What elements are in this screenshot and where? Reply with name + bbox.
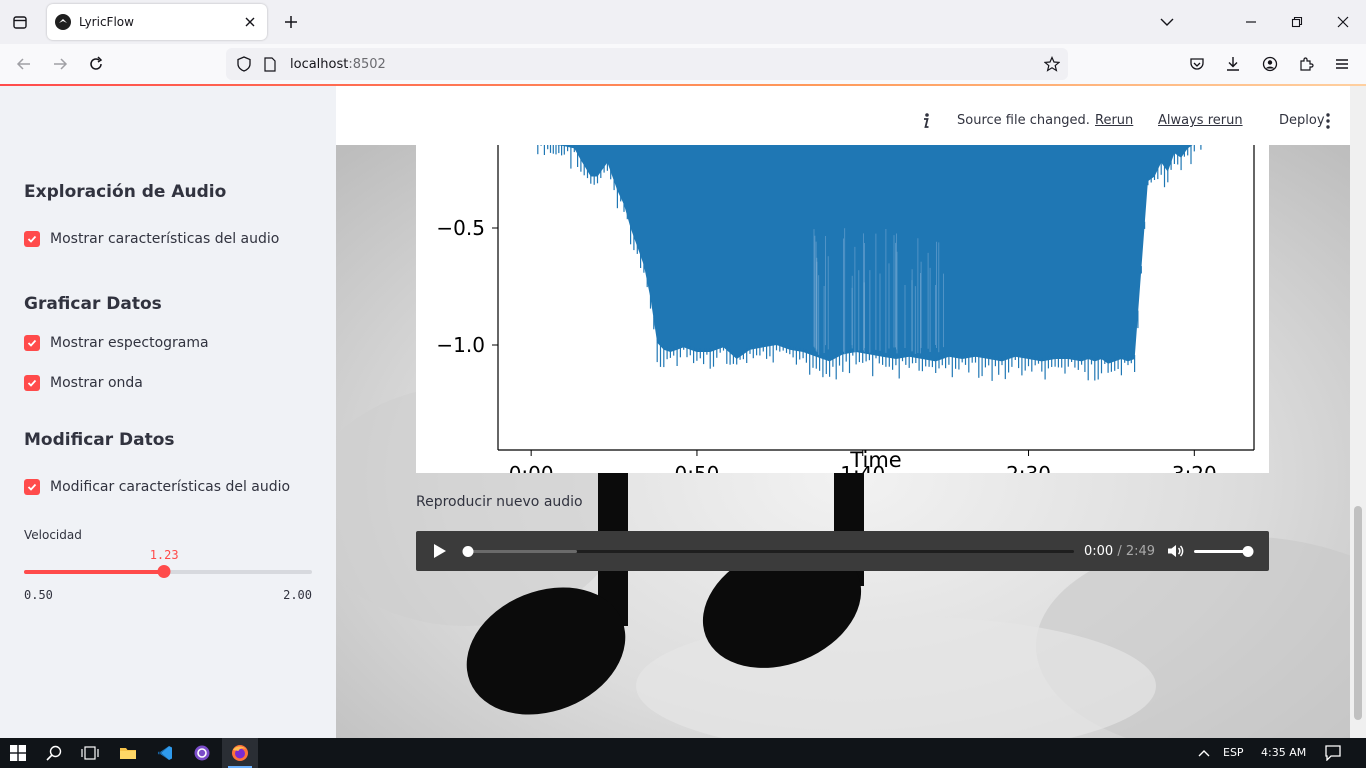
main-content: Source file changed. Rerun Always rerun … (336, 86, 1366, 738)
downloads-icon[interactable] (1221, 52, 1245, 76)
reload-icon[interactable] (84, 52, 108, 76)
tray-chevron-up-icon[interactable] (1187, 741, 1221, 765)
audio-duration: / 2:49 (1113, 544, 1156, 559)
slider-fill (24, 570, 165, 574)
browser-tab-active[interactable]: LyricFlow (47, 4, 267, 40)
waveform-series (537, 145, 1202, 381)
source-changed-status: Source file changed. (957, 113, 1090, 128)
x-tick-label: 0:50 (674, 462, 719, 473)
slider-max-label: 2.00 (283, 588, 312, 602)
waveform-plot-card: 0:000:501:402:303:20−0.5−1.0Time (416, 145, 1269, 473)
url-host: localhost (290, 56, 349, 72)
audio-time: 0:00 / 2:49 (1084, 544, 1155, 559)
bookmark-star-icon[interactable] (1042, 54, 1062, 74)
shield-icon[interactable] (234, 54, 254, 74)
windows-start-icon[interactable] (1, 741, 35, 765)
deploy-button[interactable]: Deploy (1279, 113, 1325, 128)
streamlit-toolbar: Source file changed. Rerun Always rerun … (336, 86, 1350, 145)
input-language[interactable]: ESP (1223, 746, 1244, 759)
browser-tab-bar: LyricFlow (0, 0, 1366, 44)
account-icon[interactable] (1258, 52, 1282, 76)
info-icon[interactable] (918, 112, 934, 130)
checkbox-checked-icon[interactable] (24, 375, 40, 391)
slider-thumb[interactable] (157, 565, 171, 578)
checkbox-label: Modificar características del audio (50, 479, 291, 495)
windows-taskbar: ESP 4:35 AM (0, 738, 1366, 768)
hamburger-menu-icon[interactable] (1330, 52, 1354, 76)
kebab-menu-icon[interactable] (1320, 112, 1336, 130)
audio-progress-thumb[interactable] (462, 546, 474, 557)
new-tab-plus-icon[interactable] (279, 10, 303, 34)
page-icon[interactable] (260, 54, 280, 74)
slider-label: Velocidad (24, 528, 82, 542)
waveform-chart: 0:000:501:402:303:20−0.5−1.0Time (436, 145, 1255, 473)
checkbox-label: Mostrar características del audio (50, 231, 280, 247)
sidebar: Exploración de Audio Mostrar característ… (0, 86, 336, 738)
pocket-icon[interactable] (1185, 52, 1209, 76)
y-tick-label: −1.0 (436, 333, 485, 357)
github-desktop-icon[interactable] (185, 741, 219, 765)
checkbox-label: Mostrar onda (50, 375, 143, 391)
url-text: localhost:8502 (290, 57, 386, 72)
checkbox-mostrar-caracteristicas[interactable]: Mostrar características del audio (24, 231, 279, 247)
audio-progress-bar[interactable] (462, 546, 1074, 557)
checkbox-mostrar-espectograma[interactable]: Mostrar espectograma (24, 335, 209, 351)
checkbox-mostrar-onda[interactable]: Mostrar onda (24, 375, 143, 391)
x-tick-label: 2:30 (1006, 462, 1051, 473)
tab-list-icon[interactable] (8, 10, 32, 34)
task-view-icon[interactable] (73, 741, 107, 765)
section-header-graficar: Graficar Datos (24, 294, 162, 314)
volume-fill (1194, 550, 1248, 553)
always-rerun-button[interactable]: Always rerun (1158, 113, 1243, 128)
y-tick-label: −0.5 (436, 216, 485, 240)
search-icon[interactable] (37, 741, 71, 765)
audio-player[interactable]: 0:00 / 2:49 (416, 531, 1269, 571)
checkbox-modificar-caracteristicas[interactable]: Modificar características del audio (24, 479, 290, 495)
vscode-icon[interactable] (148, 741, 182, 765)
minimize-window-icon[interactable] (1237, 8, 1265, 36)
restore-window-icon[interactable] (1283, 8, 1311, 36)
firefox-icon[interactable] (223, 741, 257, 765)
scrollbar-thumb[interactable] (1354, 506, 1362, 720)
address-bar[interactable]: localhost:8502 (226, 48, 1068, 80)
checkbox-label: Mostrar espectograma (50, 335, 209, 351)
x-tick-label: 0:00 (509, 462, 554, 473)
close-window-icon[interactable] (1329, 8, 1357, 36)
volume-slider[interactable] (1194, 546, 1254, 557)
audio-buffered (468, 550, 578, 553)
velocidad-slider[interactable] (24, 565, 312, 578)
x-tick-label: 3:20 (1172, 462, 1217, 473)
slider-value: 1.23 (149, 548, 179, 562)
section-header-modificar: Modificar Datos (24, 430, 175, 450)
checkbox-checked-icon[interactable] (24, 231, 40, 247)
audio-caption: Reproducir nuevo audio (416, 494, 583, 510)
back-arrow-icon[interactable] (12, 52, 36, 76)
rerun-button[interactable]: Rerun (1095, 113, 1133, 128)
extensions-icon[interactable] (1294, 52, 1318, 76)
volume-icon[interactable] (1166, 541, 1186, 561)
notification-center-icon[interactable] (1316, 741, 1350, 765)
browser-navigation-bar: localhost:8502 (0, 44, 1366, 84)
tab-close-icon[interactable] (241, 13, 259, 31)
checkbox-checked-icon[interactable] (24, 335, 40, 351)
x-axis-label: Time (849, 448, 901, 472)
streamlit-favicon-icon (55, 14, 71, 30)
file-explorer-icon[interactable] (111, 741, 145, 765)
page-scrollbar[interactable] (1350, 86, 1366, 738)
play-icon[interactable] (430, 541, 450, 561)
audio-current-time: 0:00 (1084, 544, 1114, 559)
url-port: :8502 (348, 56, 386, 72)
section-header-exploracion: Exploración de Audio (24, 182, 227, 202)
forward-arrow-icon[interactable] (48, 52, 72, 76)
volume-thumb[interactable] (1242, 546, 1254, 557)
tab-title: LyricFlow (79, 15, 134, 29)
clock-time[interactable]: 4:35 AM (1261, 746, 1306, 759)
tab-overflow-chevron-icon[interactable] (1153, 8, 1181, 36)
checkbox-checked-icon[interactable] (24, 479, 40, 495)
slider-min-label: 0.50 (24, 588, 53, 602)
